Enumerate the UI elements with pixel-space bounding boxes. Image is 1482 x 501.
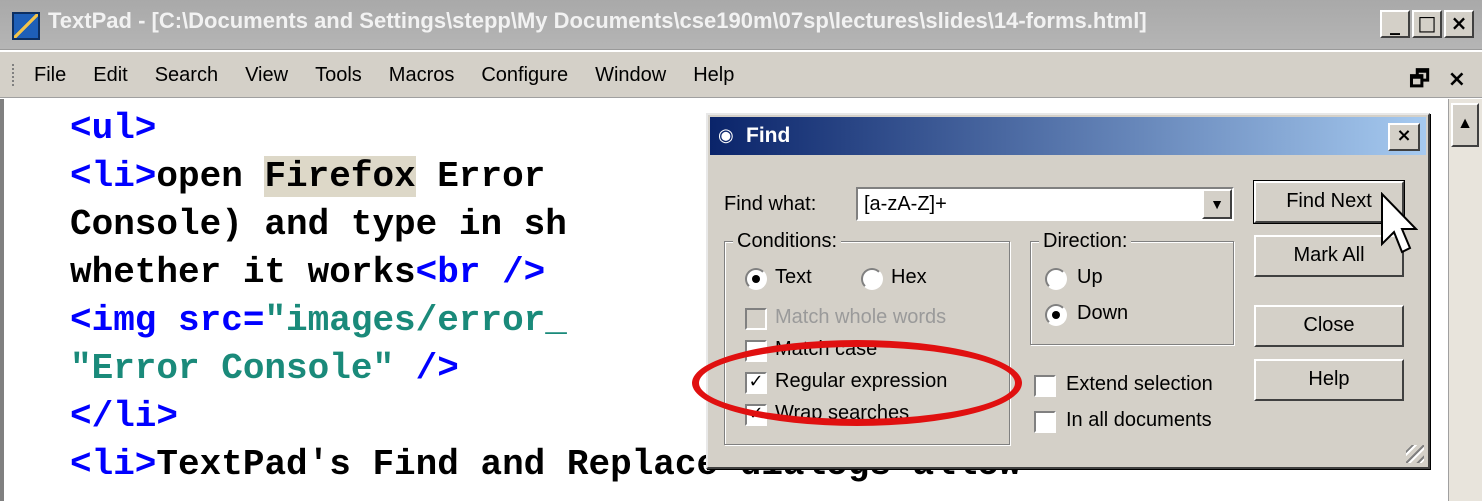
down-radio-label[interactable]: Down — [1077, 302, 1128, 325]
menu-macros[interactable]: Macros — [389, 64, 455, 87]
conditions-group: Conditions: Text Hex Match whole words M… — [724, 230, 1010, 445]
maximize-button[interactable]: □ — [1412, 10, 1442, 38]
code-token: "Error Console" — [70, 348, 395, 389]
scroll-up-icon[interactable]: ▲ — [1451, 103, 1479, 147]
wrap-searches-checkbox[interactable]: ✓ — [745, 404, 767, 426]
resize-grip-icon[interactable] — [1406, 445, 1424, 463]
code-token: whether it works — [70, 252, 416, 293]
document-controls: 🗗 × — [1399, 62, 1466, 100]
code-token: <li> — [70, 156, 157, 197]
menu-bar: File Edit Search View Tools Macros Confi… — [0, 52, 1482, 98]
menu-help[interactable]: Help — [693, 64, 734, 87]
direction-group: Direction: Up Down — [1030, 230, 1234, 345]
code-token: <img src= — [70, 300, 265, 341]
down-radio[interactable] — [1045, 304, 1067, 326]
vertical-scrollbar[interactable]: ▲ — [1448, 99, 1482, 501]
title-bar: TextPad - [C:\Documents and Settings\ste… — [0, 0, 1482, 50]
up-radio-label[interactable]: Up — [1077, 266, 1103, 289]
text-radio[interactable] — [745, 268, 767, 290]
find-what-input[interactable]: [a-zA-Z]+ — [864, 193, 947, 216]
find-what-combobox[interactable]: [a-zA-Z]+ ▼ — [856, 187, 1234, 221]
extend-selection-checkbox[interactable] — [1034, 375, 1056, 397]
menu-tools[interactable]: Tools — [315, 64, 362, 87]
chevron-down-icon[interactable]: ▼ — [1202, 189, 1232, 219]
textpad-app-icon[interactable] — [12, 12, 40, 40]
menu-window[interactable]: Window — [595, 64, 666, 87]
find-dialog-titlebar[interactable]: ◉ Find × — [710, 117, 1426, 155]
wrap-searches-label[interactable]: Wrap searches — [775, 402, 909, 425]
code-token: Console) and type in sh — [70, 204, 567, 245]
window-controls: _ □ × — [1380, 10, 1474, 38]
match-case-checkbox[interactable] — [745, 340, 767, 362]
code-token: <ul> — [70, 108, 157, 149]
code-token: <li> — [70, 444, 157, 485]
mouse-pointer-icon — [1381, 192, 1418, 254]
regular-expression-label[interactable]: Regular expression — [775, 370, 947, 393]
help-button[interactable]: Help — [1254, 359, 1404, 401]
menu-configure[interactable]: Configure — [481, 64, 568, 87]
toolbar-grip-handle[interactable] — [12, 64, 16, 86]
hex-radio-label[interactable]: Hex — [891, 266, 927, 289]
text-radio-label[interactable]: Text — [775, 266, 812, 289]
code-token: open — [156, 156, 265, 197]
conditions-legend: Conditions: — [733, 230, 842, 253]
find-dialog-close-button[interactable]: × — [1388, 123, 1420, 151]
extend-selection-label[interactable]: Extend selection — [1066, 373, 1213, 396]
regular-expression-checkbox[interactable]: ✓ — [745, 372, 767, 394]
window-title: TextPad - [C:\Documents and Settings\ste… — [48, 8, 1147, 33]
close-button[interactable]: Close — [1254, 305, 1404, 347]
find-what-label: Find what: — [724, 193, 817, 215]
menu-edit[interactable]: Edit — [93, 64, 127, 87]
menu-view[interactable]: View — [245, 64, 288, 87]
in-all-documents-label[interactable]: In all documents — [1066, 409, 1212, 432]
close-document-icon[interactable]: × — [1448, 67, 1466, 92]
hex-radio[interactable] — [861, 268, 883, 290]
find-dialog-title: Find — [746, 124, 791, 147]
in-all-documents-checkbox[interactable] — [1034, 411, 1056, 433]
menu-search[interactable]: Search — [155, 64, 218, 87]
code-token: /> — [394, 348, 459, 389]
direction-legend: Direction: — [1039, 230, 1132, 253]
match-whole-words-checkbox[interactable] — [745, 308, 767, 330]
code-token: <br /> — [415, 252, 546, 293]
menu-items: File Edit Search View Tools Macros Confi… — [34, 64, 761, 87]
code-token: "images/error_ — [264, 300, 567, 341]
up-radio[interactable] — [1045, 268, 1067, 290]
minimize-button[interactable]: _ — [1380, 10, 1410, 38]
match-case-label[interactable]: Match case — [775, 338, 877, 361]
code-token: </li> — [70, 396, 179, 437]
menu-file[interactable]: File — [34, 64, 66, 87]
find-binoculars-icon: ◉ — [718, 125, 734, 145]
code-token: Error — [415, 156, 546, 197]
find-dialog: ◉ Find × Find what: [a-zA-Z]+ ▼ Conditio… — [706, 113, 1430, 469]
close-window-button[interactable]: × — [1444, 10, 1474, 38]
code-token: Firefox — [264, 156, 416, 197]
match-whole-words-label[interactable]: Match whole words — [775, 306, 946, 329]
restore-document-icon[interactable]: 🗗 — [1409, 67, 1430, 92]
